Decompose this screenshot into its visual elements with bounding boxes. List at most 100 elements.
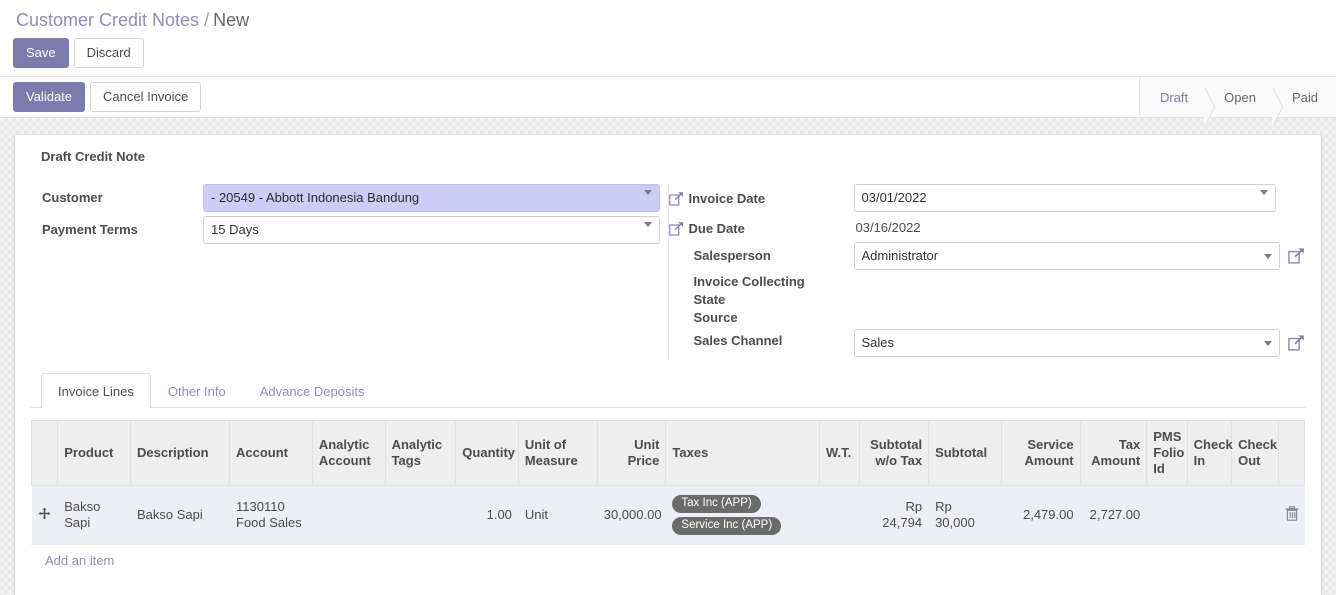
salesperson-select[interactable]: Administrator	[853, 242, 1280, 270]
tax-tag[interactable]: Tax Inc (APP)	[672, 495, 761, 513]
cell-wt[interactable]	[819, 485, 860, 545]
cell-quantity[interactable]: 1.00	[455, 485, 519, 545]
field-invoice-date-label: Invoice Date	[668, 184, 854, 208]
field-invoice-date: Invoice Date 03/01/2022	[668, 184, 1306, 212]
th-check-out[interactable]: Check Out	[1231, 420, 1279, 486]
th-wt[interactable]: W.T.	[818, 420, 861, 486]
th-service-amount[interactable]: Service Amount	[1000, 420, 1081, 486]
invoice-lines-header: Product Description Account Analytic Acc…	[31, 420, 1305, 486]
cell-unit-of-measure[interactable]: Unit	[518, 485, 598, 545]
cell-check-in[interactable]	[1187, 485, 1232, 545]
th-subtotal-wo-tax[interactable]: Subtotal w/o Tax	[859, 420, 930, 486]
field-sales-channel-label: Sales Channel	[693, 333, 783, 348]
th-pms-folio-id[interactable]: PMS Folio Id	[1146, 420, 1188, 486]
move-handle-icon[interactable]	[38, 507, 51, 524]
th-trash	[1277, 420, 1305, 486]
row-drag-handle-cell[interactable]	[31, 485, 58, 545]
table-row[interactable]: Bakso Sapi Bakso Sapi 1130110 Food Sales…	[31, 485, 1305, 545]
tab-advance-deposits[interactable]: Advance Deposits	[243, 373, 382, 408]
th-quantity[interactable]: Quantity	[455, 420, 519, 486]
th-taxes[interactable]: Taxes	[665, 420, 820, 486]
field-sales-channel: Sales Channel Sales	[669, 329, 1306, 359]
cell-tax-amount[interactable]: 2,727.00	[1080, 485, 1147, 545]
chevron-down-icon	[1260, 190, 1268, 195]
tab-invoice-lines[interactable]: Invoice Lines	[41, 373, 151, 408]
invoice-lines-table: Product Description Account Analytic Acc…	[31, 420, 1305, 545]
field-invoice-collecting-label: Invoice Collecting	[693, 274, 805, 289]
invoice-date-input[interactable]: 03/01/2022	[853, 184, 1276, 212]
row-delete-cell[interactable]	[1278, 485, 1305, 545]
chevron-down-icon	[643, 222, 652, 227]
chevron-down-icon	[643, 190, 652, 195]
record-action-buttons: Save Discard	[0, 34, 1336, 76]
field-state: State	[669, 292, 1306, 310]
due-date-value: 03/16/2022	[855, 220, 921, 235]
cell-pms-folio-id[interactable]	[1146, 485, 1188, 545]
sales-channel-select[interactable]: Sales	[853, 329, 1280, 357]
trash-icon[interactable]	[1285, 505, 1298, 525]
field-customer-control: - 20549 - Abbott Indonesia Bandung	[203, 184, 660, 212]
th-product[interactable]: Product	[57, 420, 131, 486]
cell-product[interactable]: Bakso Sapi	[57, 485, 131, 545]
th-tax-amount[interactable]: Tax Amount	[1079, 420, 1148, 486]
tab-other-info[interactable]: Other Info	[151, 373, 243, 408]
invoice-lines-body: Bakso Sapi Bakso Sapi 1130110 Food Sales…	[31, 485, 1305, 545]
cell-subtotal[interactable]: Rp 30,000	[928, 485, 1002, 545]
th-handle	[31, 420, 59, 486]
chevron-down-icon	[1264, 254, 1272, 259]
cancel-invoice-button[interactable]: Cancel Invoice	[90, 82, 202, 112]
cell-unit-price[interactable]: 30,000.00	[597, 485, 666, 545]
cell-account[interactable]: 1130110 Food Sales	[229, 485, 313, 545]
save-button[interactable]: Save	[13, 38, 69, 68]
field-sales-channel-control: Sales	[853, 329, 1306, 357]
cell-description[interactable]: Bakso Sapi	[130, 485, 230, 545]
form-column-right: Invoice Date 03/01/2022 Due Date 03/16/2…	[668, 184, 1306, 359]
payment-terms-select[interactable]: 15 Days	[203, 216, 660, 244]
th-analytic-account[interactable]: Analytic Account	[311, 420, 386, 486]
field-invoice-collecting: Invoice Collecting	[669, 274, 1306, 292]
tax-tag-list: Tax Inc (APP) Service Inc (APP)	[672, 494, 813, 536]
th-unit-price[interactable]: Unit Price	[596, 420, 667, 486]
field-due-date: Due Date 03/16/2022	[668, 216, 1306, 242]
field-source-label: Source	[693, 310, 738, 325]
th-description[interactable]: Description	[130, 420, 230, 486]
breadcrumb-separator: /	[204, 9, 210, 30]
th-unit-of-measure[interactable]: Unit of Measure	[517, 420, 598, 486]
external-link-icon[interactable]	[668, 191, 684, 206]
cell-analytic-tags[interactable]	[385, 485, 456, 545]
validate-button[interactable]: Validate	[13, 82, 86, 112]
breadcrumb-current: New	[213, 9, 250, 30]
cell-check-out[interactable]	[1231, 485, 1279, 545]
cell-subtotal-wo-tax[interactable]: Rp 24,794	[859, 485, 929, 545]
breadcrumb-parent-link[interactable]: Customer Credit Notes	[16, 10, 199, 31]
breadcrumb: Customer Credit Notes / New	[0, 0, 1336, 34]
status-bar: Validate Cancel Invoice Draft Open Paid	[0, 76, 1336, 127]
field-salesperson: Salesperson Administrator	[669, 242, 1306, 270]
invoice-lines-list: Product Description Account Analytic Acc…	[31, 408, 1305, 568]
th-subtotal[interactable]: Subtotal	[928, 420, 1002, 486]
external-link-icon[interactable]	[668, 221, 684, 236]
field-payment-terms-label: Payment Terms	[42, 222, 138, 237]
field-payment-terms-control: 15 Days	[203, 216, 660, 244]
cell-taxes[interactable]: Tax Inc (APP) Service Inc (APP)	[665, 485, 820, 545]
field-source: Source	[669, 310, 1306, 329]
field-invoice-date-control: 03/01/2022	[853, 184, 1276, 212]
add-an-item-link[interactable]: Add an item	[31, 545, 114, 568]
th-analytic-tags[interactable]: Analytic Tags	[384, 420, 457, 486]
customer-select[interactable]: - 20549 - Abbott Indonesia Bandung	[203, 184, 660, 212]
salesperson-external-link-icon[interactable]	[1288, 247, 1305, 264]
left-spacer-4	[31, 332, 660, 360]
form-column-left: Customer - 20549 - Abbott Indonesia Band…	[31, 184, 668, 360]
sales-channel-external-link-icon[interactable]	[1288, 334, 1305, 351]
chevron-down-icon	[1264, 341, 1272, 346]
cell-analytic-account[interactable]	[312, 485, 386, 545]
field-salesperson-control: Administrator	[853, 242, 1306, 270]
odoo-form-view: Customer Credit Notes / New Save Discard…	[0, 0, 1336, 595]
discard-button[interactable]: Discard	[73, 38, 144, 68]
field-state-label: State	[693, 292, 726, 307]
th-account[interactable]: Account	[229, 420, 313, 486]
cell-service-amount[interactable]: 2,479.00	[1001, 485, 1081, 545]
stage-draft[interactable]: Draft	[1139, 77, 1216, 127]
tax-tag[interactable]: Service Inc (APP)	[672, 517, 782, 535]
th-check-in[interactable]: Check In	[1186, 420, 1233, 486]
